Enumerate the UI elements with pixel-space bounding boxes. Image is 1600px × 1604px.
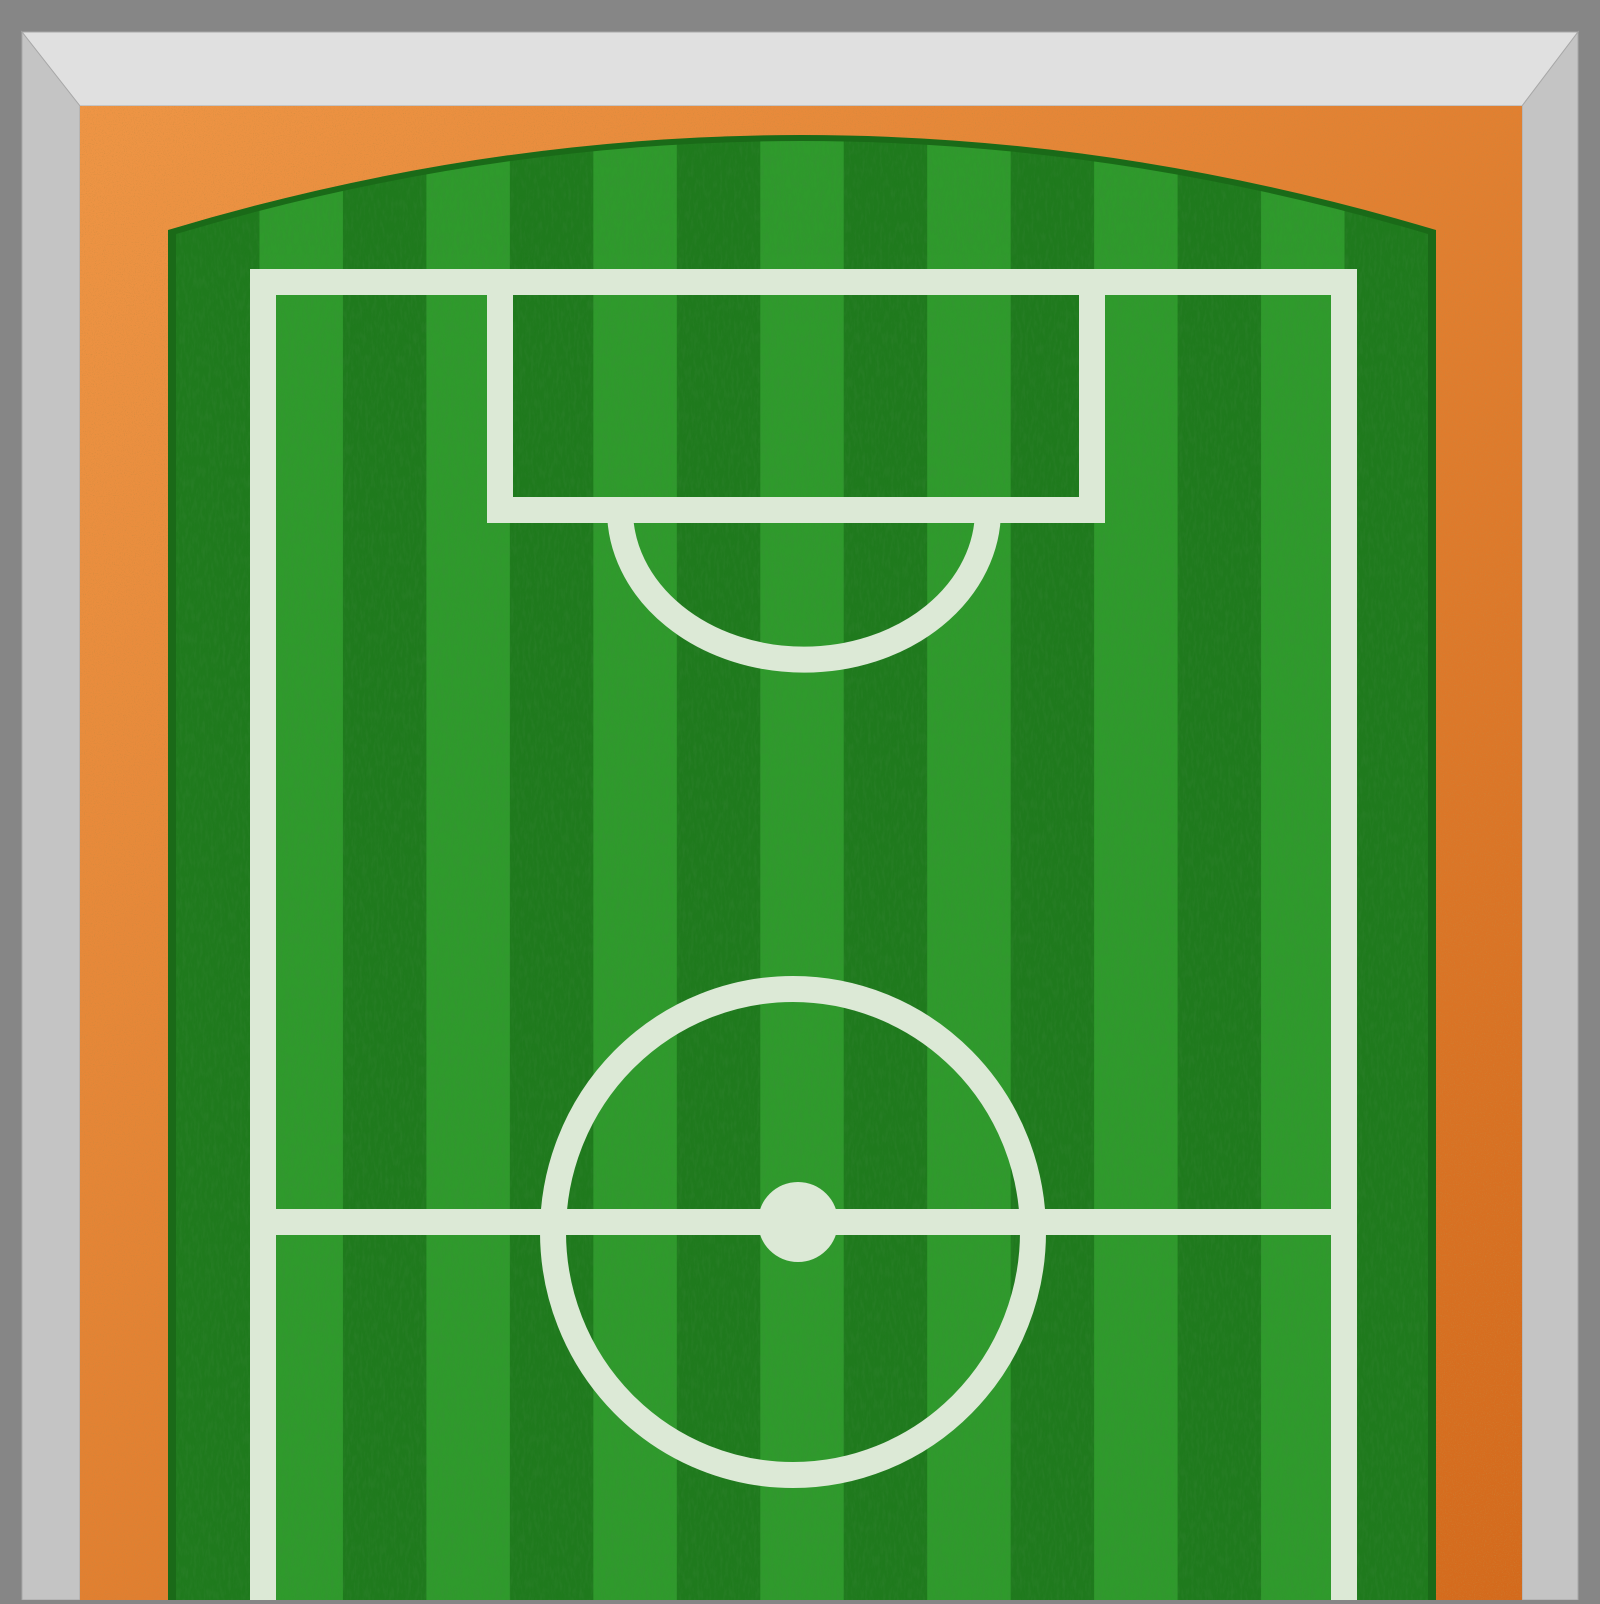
frame-top-bevel [20,31,1580,107]
center-spot [758,1182,838,1262]
game-scene [0,0,1600,1601]
frame-left-bevel [21,30,81,1601]
grass-texture [176,141,1428,1600]
frame-right-bevel [1521,30,1579,1601]
soccer-field [20,30,1580,1601]
